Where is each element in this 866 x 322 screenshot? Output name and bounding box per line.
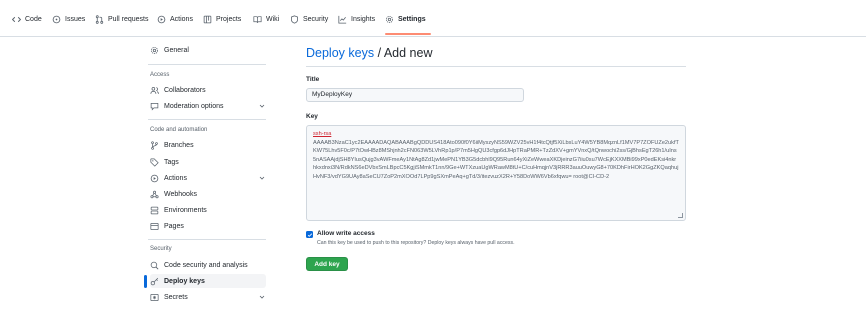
people-icon [150, 86, 159, 95]
sidebar-item-label: Tags [164, 158, 179, 166]
sidebar-item-collaborators[interactable]: Collaborators [150, 83, 266, 97]
tab-projects[interactable]: Projects [203, 12, 241, 26]
tab-label: Insights [351, 15, 376, 23]
code-icon [12, 15, 21, 24]
tab-label: Issues [65, 15, 86, 23]
sidebar-item-tags[interactable]: Tags [150, 155, 266, 169]
sidebar-heading-access: Access [150, 72, 170, 78]
chevron-down-icon [258, 293, 266, 301]
chevron-down-icon [258, 102, 266, 110]
sidebar-item-label: Collaborators [164, 86, 206, 94]
graph-icon [338, 15, 347, 24]
codescan-icon [150, 261, 159, 270]
tab-label: Projects [216, 15, 242, 23]
webhook-icon [150, 190, 159, 199]
checkmark-icon [307, 232, 312, 237]
sidebar-item-label: General [164, 46, 189, 54]
tab-label: Pull requests [108, 15, 149, 23]
sidebar-item-moderation-options[interactable]: Moderation options [150, 99, 266, 113]
key-asterisk-icon [150, 293, 159, 302]
branch-icon [150, 140, 159, 150]
sidebar-heading-security: Security [150, 246, 172, 252]
actions-icon [157, 15, 166, 24]
key-label: Key [306, 113, 318, 120]
title-divider [306, 66, 686, 67]
sidebar-item-label: Code security and analysis [164, 261, 248, 269]
comment-icon [150, 102, 159, 111]
sidebar-item-code-security[interactable]: Code security and analysis [150, 258, 266, 272]
tab-code[interactable]: Code [12, 12, 42, 26]
resize-handle-icon[interactable] [678, 213, 683, 218]
shield-icon [290, 14, 299, 24]
sidebar-item-branches[interactable]: Branches [150, 138, 266, 152]
pull-request-icon [95, 14, 104, 24]
issue-icon [52, 15, 61, 24]
sidebar-item-deploy-keys[interactable]: Deploy keys [150, 274, 266, 288]
page-title: Deploy keys / Add new [306, 46, 432, 60]
server-icon [150, 206, 159, 215]
tab-actions[interactable]: Actions [157, 12, 193, 26]
sidebar-divider [148, 64, 266, 65]
title-input[interactable]: MyDeployKey [306, 88, 524, 102]
allow-write-label[interactable]: Allow write access [317, 230, 375, 237]
allow-write-checkbox[interactable] [306, 231, 313, 238]
tab-label: Settings [398, 15, 426, 23]
sidebar-item-actions[interactable]: Actions [150, 171, 266, 185]
projects-icon [203, 15, 212, 24]
sidebar-item-secrets[interactable]: Secrets [150, 290, 266, 304]
gear-icon [385, 15, 394, 24]
key-prefix: ssh-rsa [313, 131, 332, 137]
add-key-button[interactable]: Add key [306, 257, 348, 271]
key-body: AAAAB3NzaC1yc2EAAAADAQABAAABgQDDUS418Ato… [313, 139, 679, 180]
breadcrumb-current: Add new [383, 46, 433, 60]
title-label: Title [306, 76, 320, 83]
sidebar-item-label: Moderation options [164, 102, 224, 110]
tab-settings[interactable]: Settings [385, 12, 426, 26]
key-icon [150, 277, 159, 286]
tab-issues[interactable]: Issues [52, 12, 85, 26]
tab-label: Wiki [266, 15, 280, 23]
repo-nav: Code Issues Pull requests Actions Projec… [0, 0, 866, 37]
selected-tab-indicator [385, 33, 431, 35]
sidebar-item-pages[interactable]: Pages [150, 219, 266, 233]
sidebar-heading-code-automation: Code and automation [150, 127, 208, 133]
allow-write-note: Can this key be used to push to this rep… [317, 240, 515, 246]
chevron-down-icon [258, 174, 266, 182]
tab-security[interactable]: Security [290, 12, 328, 26]
sidebar-item-label: Deploy keys [164, 277, 205, 285]
book-icon [253, 15, 262, 24]
sidebar-item-label: Branches [164, 141, 194, 149]
sidebar-item-label: Environments [164, 206, 207, 214]
sidebar-item-general[interactable]: General [150, 43, 266, 57]
tab-label: Actions [170, 15, 193, 23]
sidebar-item-environments[interactable]: Environments [150, 203, 266, 217]
gear-icon [150, 46, 159, 55]
sidebar-item-label: Webhooks [164, 190, 197, 198]
sidebar-divider [148, 239, 266, 240]
tab-insights[interactable]: Insights [338, 12, 375, 26]
sidebar-item-label: Pages [164, 222, 184, 230]
tab-wiki[interactable]: Wiki [253, 12, 279, 26]
sidebar-item-label: Actions [164, 174, 187, 182]
actions-icon [150, 174, 159, 183]
sidebar-item-webhooks[interactable]: Webhooks [150, 187, 266, 201]
breadcrumb-separator: / [374, 46, 384, 60]
sidebar-item-label: Secrets [164, 293, 188, 301]
tag-icon [150, 157, 159, 167]
breadcrumb-deploy-keys-link[interactable]: Deploy keys [306, 46, 374, 60]
key-textarea[interactable]: ssh-rsa AAAAB3NzaC1yc2EAAAADAQABAAABgQDD… [306, 125, 686, 221]
browser-icon [150, 222, 159, 231]
tab-label: Code [25, 15, 42, 23]
active-item-indicator [144, 275, 147, 288]
tab-pull-requests[interactable]: Pull requests [95, 12, 148, 26]
sidebar-divider [148, 119, 266, 120]
tab-label: Security [303, 15, 329, 23]
